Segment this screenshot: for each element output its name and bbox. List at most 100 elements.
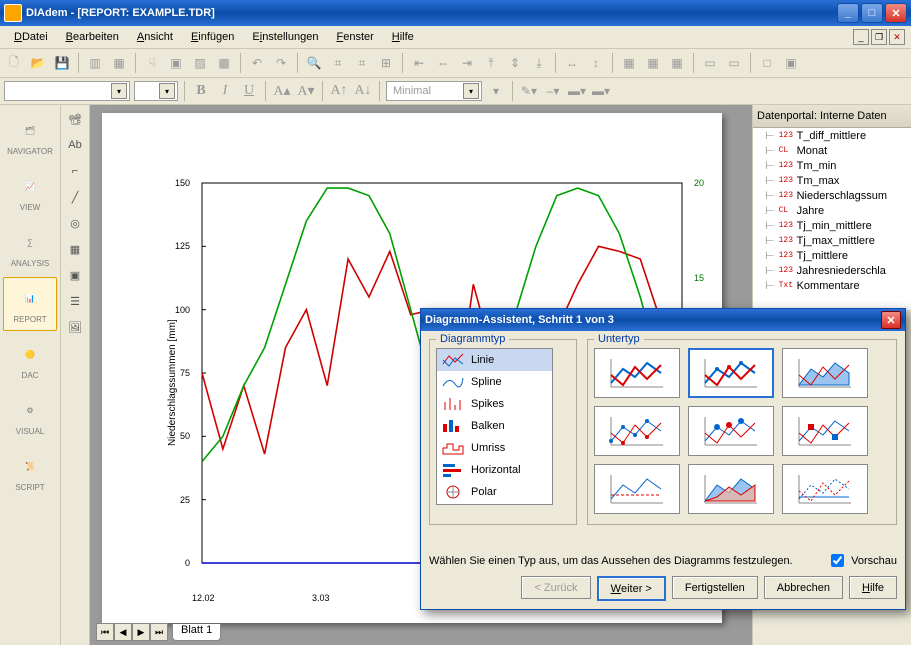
- last-sheet-button[interactable]: ⏭: [150, 623, 168, 641]
- tb-icon-2[interactable]: ⌗: [352, 53, 372, 73]
- subtype-option[interactable]: [688, 406, 774, 456]
- mdi-close-button[interactable]: ✕: [889, 29, 905, 45]
- next-sheet-button[interactable]: ▶: [132, 623, 150, 641]
- save-icon[interactable]: 💾: [52, 53, 72, 73]
- grid2-icon[interactable]: ▦: [643, 53, 663, 73]
- channel-item[interactable]: ⊢123Tj_mittlere: [753, 248, 911, 263]
- type-option[interactable]: Polar: [437, 481, 552, 503]
- menu-datei[interactable]: DDateiDatei: [6, 29, 56, 45]
- channel-tree[interactable]: ⊢123T_diff_mittlere⊢CLMonat⊢123Tm_min⊢12…: [753, 128, 911, 310]
- close-button[interactable]: ✕: [885, 3, 907, 23]
- nav-view[interactable]: 📈VIEW: [3, 165, 57, 219]
- shrink-font-icon[interactable]: A▾: [296, 81, 316, 101]
- channel-item[interactable]: ⊢CLJahre: [753, 203, 911, 218]
- channel-item[interactable]: ⊢CLMonat: [753, 143, 911, 158]
- table-icon[interactable]: ▦: [65, 239, 85, 259]
- minimize-button[interactable]: _: [837, 3, 859, 23]
- underline-icon[interactable]: U: [239, 81, 259, 101]
- type-option[interactable]: Spikes: [437, 393, 552, 415]
- align-bottom-icon[interactable]: ⤓: [529, 53, 549, 73]
- nav-report[interactable]: 📊REPORT: [3, 277, 57, 331]
- chart1-icon[interactable]: ▥: [85, 53, 105, 73]
- channel-item[interactable]: ⊢123Tm_max: [753, 173, 911, 188]
- subtype-option[interactable]: [688, 348, 774, 398]
- subscript-icon[interactable]: A↓: [353, 81, 373, 101]
- style-combo[interactable]: Minimal▾: [386, 81, 482, 101]
- fill-style-icon[interactable]: ▬▾: [591, 81, 611, 101]
- object2-icon[interactable]: ▣: [781, 53, 801, 73]
- finish-button[interactable]: Fertigstellen: [672, 576, 758, 599]
- preview-check-input[interactable]: [831, 554, 844, 567]
- subtype-option[interactable]: [782, 464, 868, 514]
- subtype-option[interactable]: [782, 406, 868, 456]
- channel-item[interactable]: ⊢TxtKommentare: [753, 278, 911, 293]
- cube3-icon[interactable]: ▩: [214, 53, 234, 73]
- font-family-combo[interactable]: ▾: [4, 81, 130, 101]
- layer-icon[interactable]: ▭: [700, 53, 720, 73]
- nav-visual[interactable]: ⚙VISUAL: [3, 389, 57, 443]
- align-top-icon[interactable]: ⤒: [481, 53, 501, 73]
- menu-hilfe[interactable]: Hilfe: [384, 29, 422, 45]
- menu-bearbeiten[interactable]: Bearbeiten: [58, 29, 127, 45]
- type-option[interactable]: Spline: [437, 371, 552, 393]
- type-option[interactable]: Horizontal: [437, 459, 552, 481]
- zoom-icon[interactable]: 🔍: [304, 53, 324, 73]
- next-button[interactable]: Weiter >: [597, 576, 666, 601]
- diagram-type-list[interactable]: LinieSplineSpikesBalkenUmrissHorizontalP…: [436, 348, 553, 505]
- preview-checkbox[interactable]: Vorschau: [827, 551, 897, 570]
- channel-item[interactable]: ⊢123T_diff_mittlere: [753, 128, 911, 143]
- grow-font-icon[interactable]: A▴: [272, 81, 292, 101]
- italic-icon[interactable]: I: [215, 81, 235, 101]
- style-dropdown-icon[interactable]: ▾: [486, 81, 506, 101]
- type-option[interactable]: Linie: [437, 349, 552, 371]
- align-left-icon[interactable]: ⇤: [409, 53, 429, 73]
- camera-icon[interactable]: 📽: [65, 109, 85, 129]
- layer2-icon[interactable]: ▭: [724, 53, 744, 73]
- subtype-option[interactable]: [594, 406, 680, 456]
- undo-icon[interactable]: ↶: [247, 53, 267, 73]
- mdi-minimize-button[interactable]: _: [853, 29, 869, 45]
- object1-icon[interactable]: □: [757, 53, 777, 73]
- channel-item[interactable]: ⊢123Tj_min_mittlere: [753, 218, 911, 233]
- subtype-option[interactable]: [594, 348, 680, 398]
- cancel-button[interactable]: Abbrechen: [764, 576, 843, 599]
- 3d-axis-icon[interactable]: ╱: [65, 187, 85, 207]
- image-icon[interactable]: 🖼: [65, 317, 85, 337]
- nav-navigator[interactable]: 🗂NAVIGATOR: [3, 109, 57, 163]
- align-right-icon[interactable]: ⇥: [457, 53, 477, 73]
- font-size-combo[interactable]: ▾: [134, 81, 178, 101]
- menu-ansicht[interactable]: Ansicht: [129, 29, 181, 45]
- help-button[interactable]: Hilfe: [849, 576, 897, 599]
- polar-icon[interactable]: ◎: [65, 213, 85, 233]
- align-middle-icon[interactable]: ⇕: [505, 53, 525, 73]
- nav-script[interactable]: 📜SCRIPT: [3, 445, 57, 499]
- cursor-icon[interactable]: ☟: [142, 53, 162, 73]
- align-center-icon[interactable]: ⇔: [433, 53, 453, 73]
- menu-einstellungen[interactable]: Einstellungen: [244, 29, 326, 45]
- mdi-restore-button[interactable]: ❐: [871, 29, 887, 45]
- channel-item[interactable]: ⊢123Jahresniederschla: [753, 263, 911, 278]
- cube2-icon[interactable]: ▨: [190, 53, 210, 73]
- subtype-option[interactable]: [688, 464, 774, 514]
- prev-sheet-button[interactable]: ◀: [114, 623, 132, 641]
- grid1-icon[interactable]: ▦: [619, 53, 639, 73]
- new-icon[interactable]: 🗋: [4, 53, 24, 73]
- type-option[interactable]: Umriss: [437, 437, 552, 459]
- redo-icon[interactable]: ↷: [271, 53, 291, 73]
- open-icon[interactable]: 📂: [28, 53, 48, 73]
- dialog-close-button[interactable]: ✕: [881, 311, 901, 329]
- nav-analysis[interactable]: ∑ANALYSIS: [3, 221, 57, 275]
- cube-icon[interactable]: ▣: [166, 53, 186, 73]
- 2d-axis-icon[interactable]: ⌐: [65, 161, 85, 181]
- sheet-tab[interactable]: Blatt 1: [172, 624, 221, 641]
- dist-h-icon[interactable]: ↔: [562, 53, 582, 73]
- dist-v-icon[interactable]: ↕: [586, 53, 606, 73]
- tb-icon-1[interactable]: ⌗: [328, 53, 348, 73]
- maximize-button[interactable]: □: [861, 3, 883, 23]
- superscript-icon[interactable]: A↑: [329, 81, 349, 101]
- grid3-icon[interactable]: ▦: [667, 53, 687, 73]
- subtype-option[interactable]: [782, 348, 868, 398]
- nav-dac[interactable]: 🟡DAC: [3, 333, 57, 387]
- line-color-icon[interactable]: ✎▾: [519, 81, 539, 101]
- channel-item[interactable]: ⊢123Niederschlagssum: [753, 188, 911, 203]
